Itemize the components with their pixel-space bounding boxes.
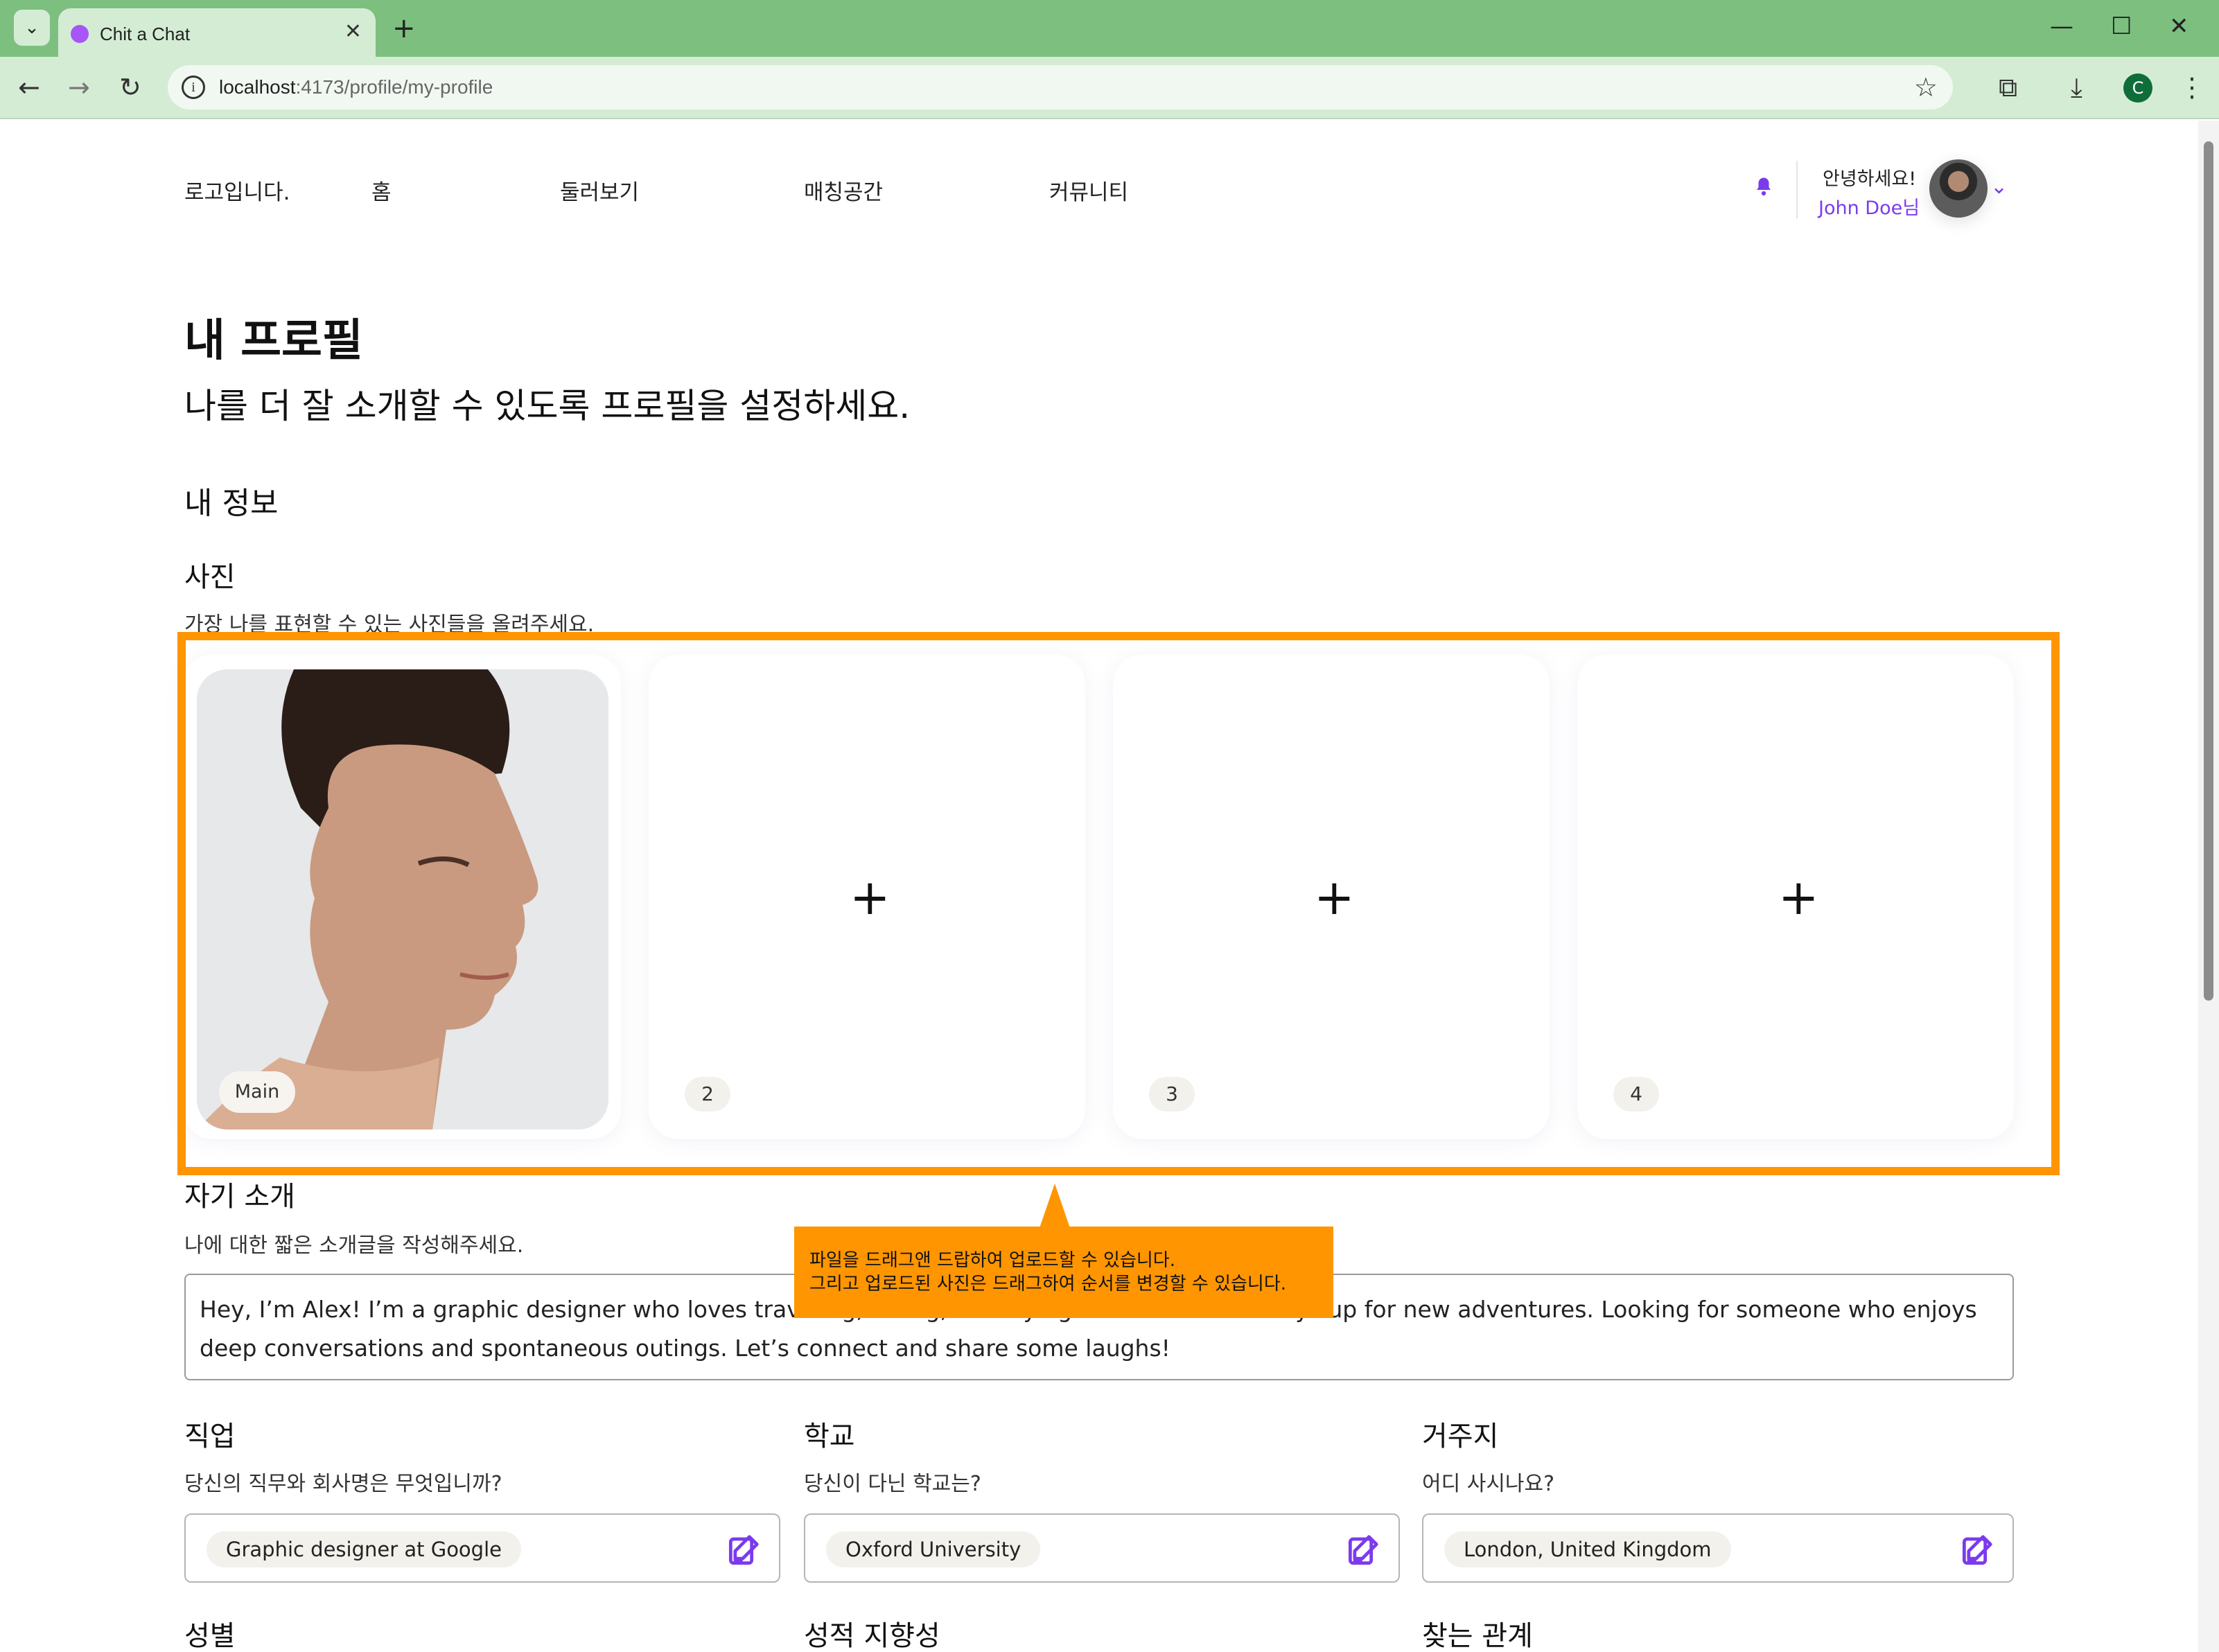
page-subtitle: 나를 더 잘 소개할 수 있도록 프로필을 설정하세요. <box>184 386 911 426</box>
nav-matching[interactable]: 매칭공간 <box>804 175 883 206</box>
page-scrollbar[interactable] <box>2198 121 2219 1652</box>
tooltip-line-2: 그리고 업로드된 사진은 드래그하여 순서를 변경할 수 있습니다. <box>809 1274 1287 1294</box>
location-field[interactable]: London, United Kingdom <box>1422 1513 2014 1583</box>
close-tab-icon[interactable]: ✕ <box>344 19 362 44</box>
url-text: localhost:4173/profile/my-profile <box>219 76 493 98</box>
browser-profile-avatar[interactable]: C <box>2123 73 2152 103</box>
maximize-icon[interactable]: ☐ <box>2111 12 2132 40</box>
window-close-icon[interactable]: ✕ <box>2169 12 2189 40</box>
orientation-title: 성적 지향성 <box>804 1620 940 1652</box>
job-field[interactable]: Graphic designer at Google <box>184 1513 780 1583</box>
site-info-icon[interactable]: i <box>182 76 205 99</box>
browser-menu-icon[interactable]: ⋮ <box>2179 72 2205 103</box>
extensions-icon[interactable]: ⧉ <box>1999 72 2017 103</box>
back-icon[interactable]: ← <box>18 72 40 103</box>
header-divider <box>1796 161 1798 219</box>
school-desc: 당신이 다닌 학교는? <box>804 1472 981 1496</box>
intro-title: 자기 소개 <box>184 1181 295 1213</box>
edit-icon[interactable] <box>728 1530 764 1566</box>
username-text: John Doe님 <box>1818 197 1920 219</box>
school-title: 학교 <box>804 1421 855 1452</box>
job-desc: 당신의 직무와 회사명은 무엇입니까? <box>184 1472 502 1496</box>
location-title: 거주지 <box>1422 1421 1499 1452</box>
tab-title: Chit a Chat <box>100 24 191 44</box>
minimize-icon[interactable]: — <box>2050 12 2073 40</box>
logo[interactable]: 로고입니다. <box>184 175 290 206</box>
edit-icon[interactable] <box>1961 1530 1997 1566</box>
location-chip: London, United Kingdom <box>1444 1531 1731 1567</box>
edit-icon[interactable] <box>1347 1530 1383 1566</box>
gender-title: 성별 <box>184 1620 236 1652</box>
chevron-down-icon[interactable]: ⌄ <box>1990 175 2008 199</box>
bell-icon[interactable] <box>1753 176 1774 197</box>
photos-title: 사진 <box>184 561 236 593</box>
bookmark-star-icon[interactable]: ☆ <box>1914 72 1938 103</box>
greeting-text: 안녕하세요! <box>1823 168 1917 190</box>
callout-arrow <box>1040 1184 1070 1228</box>
tab-search-icon[interactable]: ⌄ <box>14 10 50 46</box>
tooltip-line-1: 파일을 드래그앤 드랍하여 업로드할 수 있습니다. <box>809 1250 1175 1271</box>
page-title: 내 프로필 <box>184 315 363 367</box>
relationship-title: 찾는 관계 <box>1422 1620 1533 1652</box>
drag-drop-highlight <box>177 632 2060 1175</box>
nav-browse[interactable]: 둘러보기 <box>560 175 639 206</box>
school-chip: Oxford University <box>826 1531 1041 1567</box>
job-title: 직업 <box>184 1421 236 1452</box>
reload-icon[interactable]: ↻ <box>119 72 141 103</box>
new-tab-icon[interactable]: + <box>392 12 416 44</box>
nav-community[interactable]: 커뮤니티 <box>1049 175 1128 206</box>
browser-tab-bar: ⌄ Chit a Chat ✕ + — ☐ ✕ <box>0 0 2219 57</box>
intro-desc: 나에 대한 짧은 소개글을 작성해주세요. <box>184 1233 524 1258</box>
upload-tooltip: 파일을 드래그앤 드랍하여 업로드할 수 있습니다. 그리고 업로드된 사진은 … <box>794 1227 1333 1318</box>
nav-home[interactable]: 홈 <box>371 175 392 206</box>
scroll-thumb[interactable] <box>2204 141 2213 1001</box>
location-desc: 어디 사시나요? <box>1422 1472 1555 1496</box>
address-bar[interactable]: i localhost:4173/profile/my-profile ☆ <box>168 65 1953 109</box>
download-icon[interactable]: ⤓ <box>2071 72 2082 103</box>
browser-tab[interactable]: Chit a Chat ✕ <box>58 8 376 57</box>
forward-icon[interactable]: → <box>68 72 90 103</box>
browser-toolbar: ← → ↻ i localhost:4173/profile/my-profil… <box>0 57 2219 119</box>
section-title: 내 정보 <box>184 486 279 521</box>
favicon-icon <box>71 25 89 43</box>
job-chip: Graphic designer at Google <box>207 1531 521 1567</box>
user-avatar[interactable] <box>1929 159 1988 218</box>
school-field[interactable]: Oxford University <box>804 1513 1400 1583</box>
